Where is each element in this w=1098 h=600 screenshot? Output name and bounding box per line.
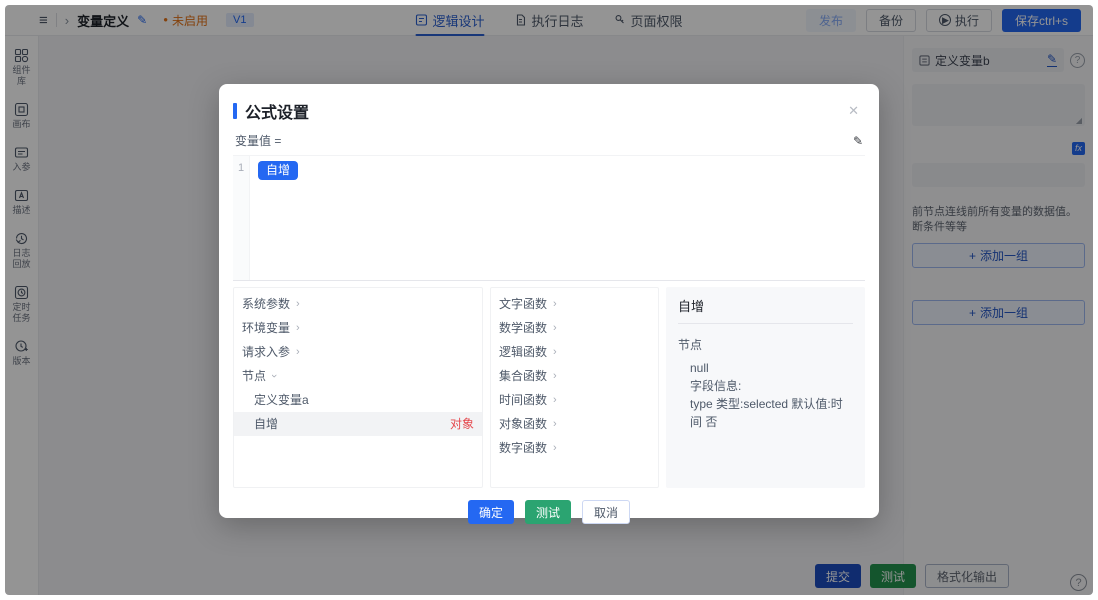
- detail-value: null: [690, 359, 853, 377]
- function-group-collection[interactable]: 集合函数 ›: [491, 364, 658, 388]
- function-group-time[interactable]: 时间函数 ›: [491, 388, 658, 412]
- tree-group-request-params[interactable]: 请求入参 ›: [234, 340, 482, 364]
- chevron-right-icon: ›: [553, 292, 557, 316]
- modal-title: 公式设置: [245, 99, 844, 123]
- variable-value-label: 变量值 =: [235, 132, 853, 149]
- function-group-math[interactable]: 数学函数 ›: [491, 316, 658, 340]
- confirm-button[interactable]: 确定: [468, 500, 514, 524]
- tree-group-nodes[interactable]: 节点 ›: [234, 364, 482, 388]
- line-number: 1: [238, 162, 244, 174]
- variable-tree-panel: 系统参数 › 环境变量 › 请求入参 › 节点 › 定义变量a: [233, 287, 483, 488]
- editor-content[interactable]: 自增: [250, 156, 865, 280]
- function-group-logic[interactable]: 逻辑函数 ›: [491, 340, 658, 364]
- detail-field-info-label: 字段信息:: [690, 377, 853, 395]
- chevron-right-icon: ›: [553, 388, 557, 412]
- edit-formula-icon[interactable]: ✎: [853, 134, 863, 148]
- tree-item-auto-increment[interactable]: 自增 对象: [234, 412, 482, 436]
- tree-group-env-vars[interactable]: 环境变量 ›: [234, 316, 482, 340]
- detail-title: 自增: [678, 296, 853, 324]
- editor-gutter: 1: [233, 156, 250, 280]
- function-group-object[interactable]: 对象函数 ›: [491, 412, 658, 436]
- function-groups-panel: 文字函数 › 数学函数 › 逻辑函数 › 集合函数 › 时间函数 ›: [490, 287, 659, 488]
- chevron-right-icon: ›: [553, 340, 557, 364]
- function-group-label: 数字函数: [499, 436, 547, 460]
- function-group-number[interactable]: 数字函数 ›: [491, 436, 658, 460]
- title-accent-bar: [233, 103, 237, 119]
- group-label: 请求入参: [242, 340, 290, 364]
- chevron-right-icon: ›: [553, 412, 557, 436]
- detail-group-label: 节点: [678, 336, 853, 353]
- tree-item-define-variable-a[interactable]: 定义变量a: [234, 388, 482, 412]
- close-icon[interactable]: ✕: [844, 101, 863, 121]
- group-label: 系统参数: [242, 292, 290, 316]
- variable-token[interactable]: 自增: [258, 161, 298, 180]
- group-label: 环境变量: [242, 316, 290, 340]
- screen: ≡ › 变量定义 ✎ ● 未启用 V1 逻辑设计 执行日志: [0, 0, 1098, 600]
- chevron-right-icon: ›: [553, 316, 557, 340]
- chevron-down-icon: ›: [262, 374, 286, 378]
- tree-item-label: 自增: [254, 412, 278, 436]
- chevron-right-icon: ›: [296, 292, 300, 316]
- modal-header: 公式设置 ✕: [219, 84, 879, 132]
- detail-field-info: type 类型:selected 默认值:时间 否: [690, 395, 853, 431]
- chevron-right-icon: ›: [296, 340, 300, 364]
- cancel-button[interactable]: 取消: [582, 500, 630, 524]
- chevron-right-icon: ›: [553, 436, 557, 460]
- type-tag-object: 对象: [450, 412, 474, 436]
- formula-settings-modal: 公式设置 ✕ 变量值 = ✎ 1 自增 系统参数 › 环境变量: [219, 84, 879, 518]
- tree-item-label: 定义变量a: [254, 388, 309, 412]
- chevron-right-icon: ›: [296, 316, 300, 340]
- function-group-label: 数学函数: [499, 316, 547, 340]
- modal-lists: 系统参数 › 环境变量 › 请求入参 › 节点 › 定义变量a: [219, 281, 879, 488]
- formula-editor[interactable]: 1 自增: [233, 155, 865, 281]
- field-label-row: 变量值 = ✎: [219, 132, 879, 149]
- modal-footer: 确定 测试 取消: [219, 488, 879, 524]
- function-group-text[interactable]: 文字函数 ›: [491, 292, 658, 316]
- function-group-label: 文字函数: [499, 292, 547, 316]
- function-group-label: 集合函数: [499, 364, 547, 388]
- tree-group-system-params[interactable]: 系统参数 ›: [234, 292, 482, 316]
- function-group-label: 时间函数: [499, 388, 547, 412]
- detail-lines: null 字段信息: type 类型:selected 默认值:时间 否: [678, 359, 853, 431]
- selection-detail-panel: 自增 节点 null 字段信息: type 类型:selected 默认值:时间…: [666, 287, 865, 488]
- modal-test-button[interactable]: 测试: [525, 500, 571, 524]
- function-group-label: 对象函数: [499, 412, 547, 436]
- function-group-label: 逻辑函数: [499, 340, 547, 364]
- chevron-right-icon: ›: [553, 364, 557, 388]
